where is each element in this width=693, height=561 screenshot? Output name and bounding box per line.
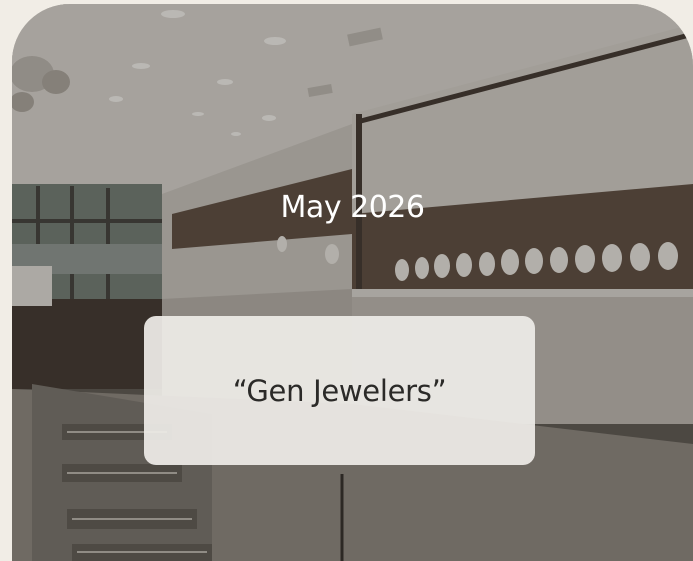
photo-overlay [12,4,693,561]
memory-date: May 2026 [280,190,425,225]
quote-box: “Gen Jewelers” [144,316,535,465]
quote-text: “Gen Jewelers” [232,373,447,408]
memory-card[interactable]: May 2026 “Gen Jewelers” [12,4,693,561]
